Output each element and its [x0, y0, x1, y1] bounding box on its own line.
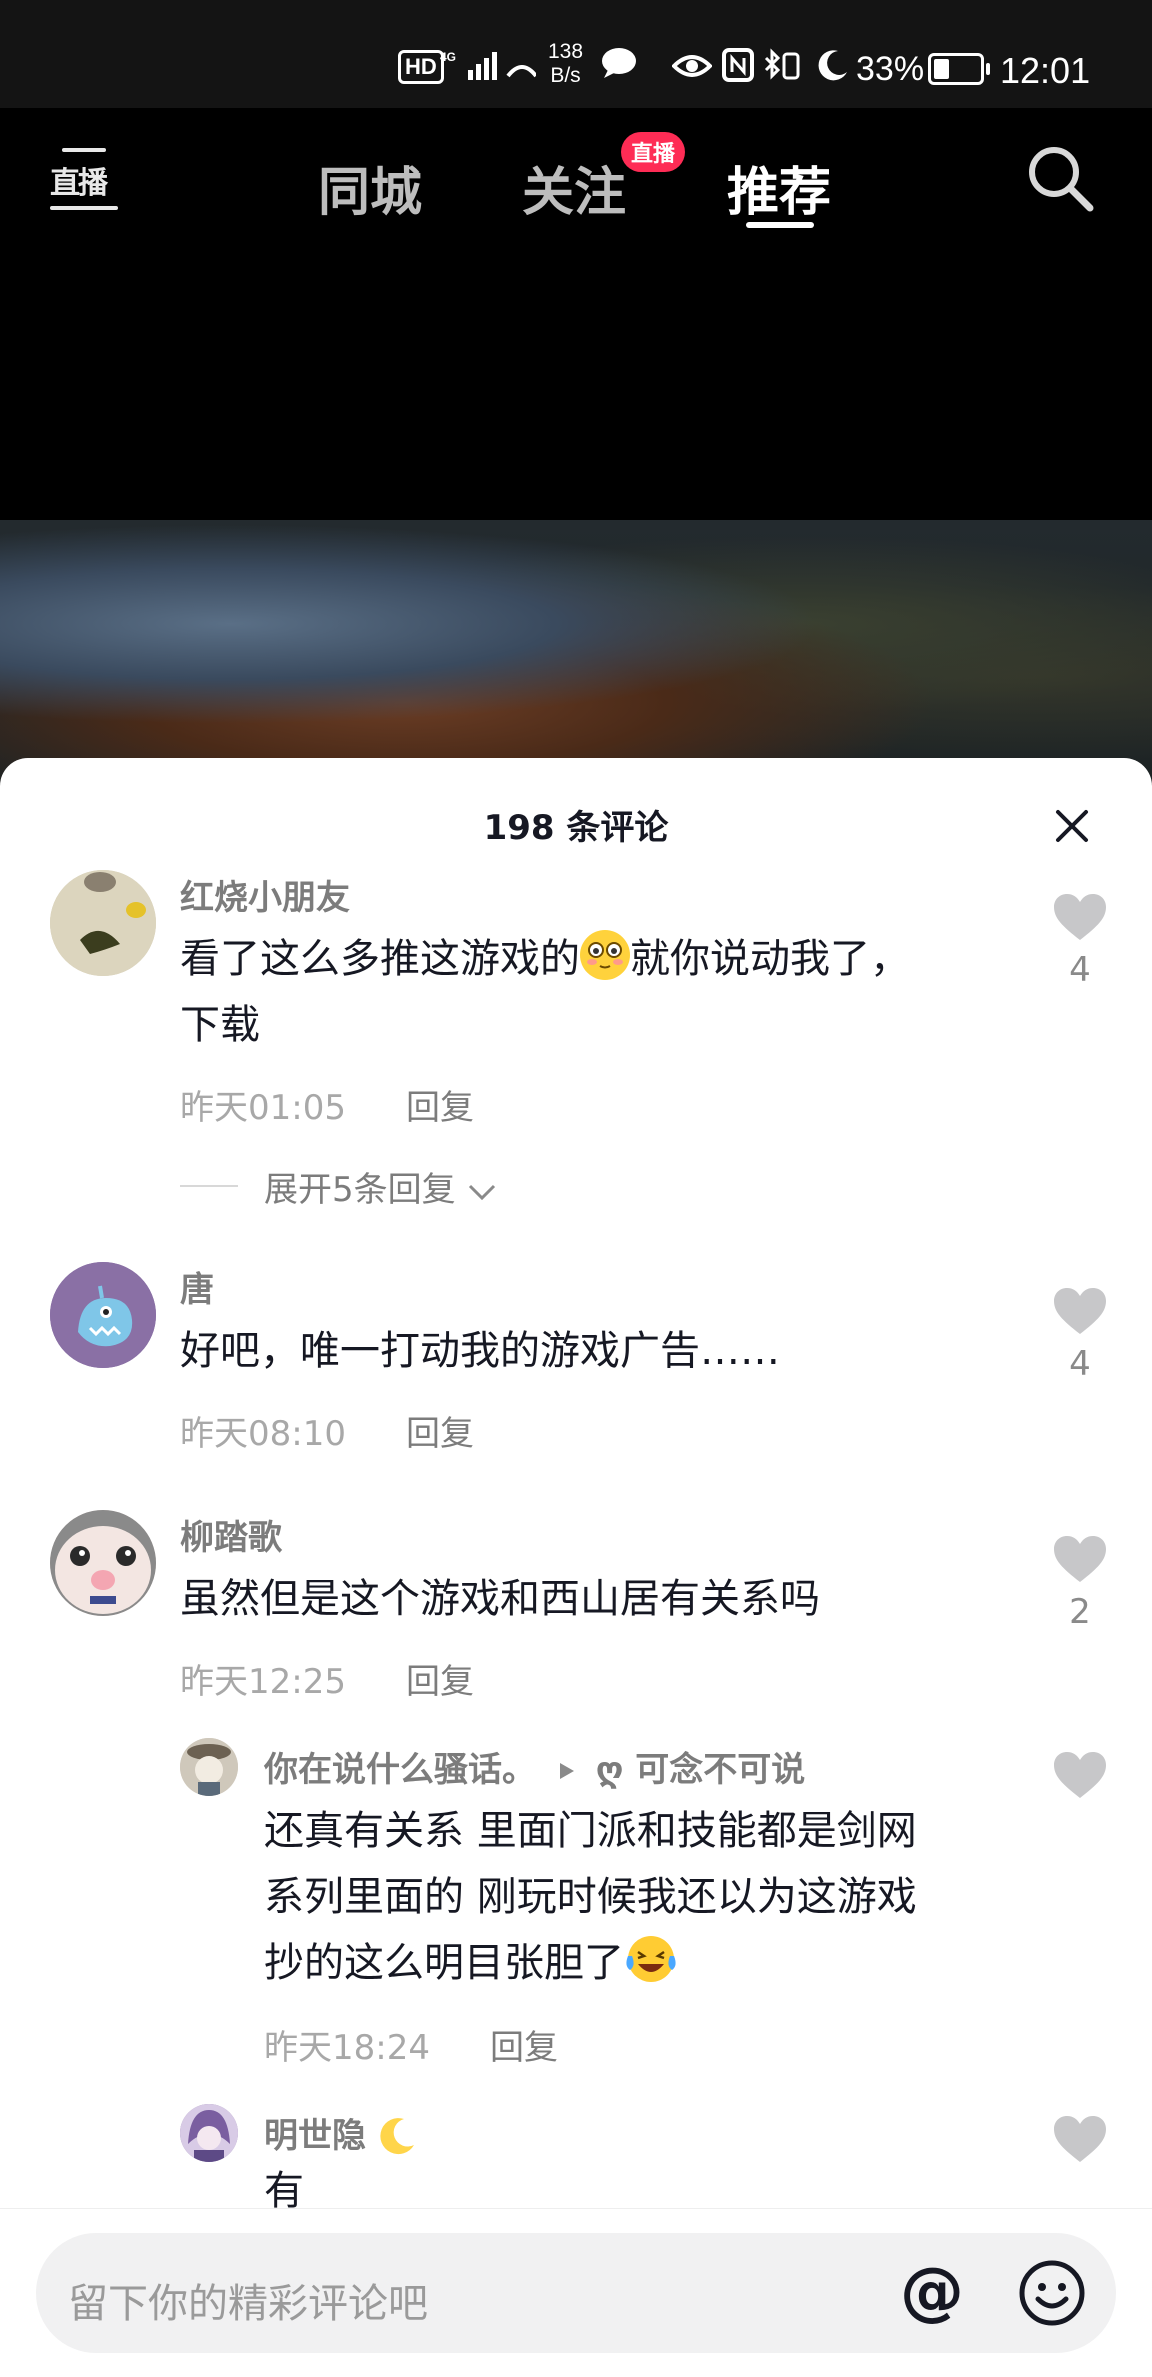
- comment-text-part: 就你说动我了，: [630, 936, 910, 982]
- tab-recommended[interactable]: 推荐: [727, 150, 831, 225]
- reply-avatar[interactable]: [180, 1738, 238, 1796]
- comment-time: 昨天01:05: [180, 1088, 346, 1128]
- battery-icon: [928, 53, 990, 85]
- moon-icon: [816, 48, 850, 91]
- comments-sheet: 198 条评论 红烧小朋友 看了这么多推这游戏的 就你说动我了， 下载 昨天01:…: [0, 758, 1152, 2376]
- comment-input-placeholder: 留下你的精彩评论吧: [68, 2281, 428, 2327]
- reply-username[interactable]: 明世隐: [264, 2116, 366, 2156]
- expand-replies-label: 展开5条回复: [264, 1170, 456, 1210]
- heart-icon: [1054, 1288, 1106, 1334]
- comment-input-bar: 留下你的精彩评论吧 @: [0, 2208, 1152, 2377]
- tab-following[interactable]: 关注: [522, 150, 626, 225]
- reply-target-username[interactable]: ღ 可念不可说: [596, 1750, 806, 1790]
- like-count: 4: [1069, 1344, 1091, 1384]
- like-button[interactable]: [1050, 1750, 1110, 1800]
- like-count: 2: [1069, 1592, 1091, 1632]
- top-navigation: 直播 同城 关注 直播 推荐: [0, 108, 1152, 248]
- comment-text-part: 下载: [180, 1002, 260, 1048]
- live-icon-bottom-bar: [50, 206, 118, 210]
- reply-header: 明世隐: [264, 2108, 418, 2157]
- video-frame-image[interactable]: [0, 520, 1152, 780]
- emoji-icon[interactable]: [1018, 2259, 1086, 2327]
- reply-time: 昨天18:24: [264, 2028, 430, 2068]
- search-icon[interactable]: [1024, 142, 1096, 214]
- comment-username[interactable]: 柳踏歌: [180, 1510, 282, 1559]
- heart-icon: [1054, 894, 1106, 940]
- live-icon-top-bar: [62, 148, 106, 152]
- heart-icon: [1054, 1752, 1106, 1798]
- hd-indicator: HD: [398, 50, 444, 84]
- heart-icon: [1054, 2116, 1106, 2162]
- battery-percent: 33%: [856, 50, 925, 88]
- active-tab-indicator: [746, 222, 814, 228]
- comments-title: 198 条评论: [483, 808, 669, 848]
- clock: 12:01: [1000, 50, 1091, 91]
- like-button[interactable]: 2: [1050, 1534, 1110, 1632]
- reply-header: 你在说什么骚话。 ღ 可念不可说: [264, 1742, 805, 1791]
- comment-username[interactable]: 唐: [180, 1262, 214, 1311]
- heart-icon: [1054, 1536, 1106, 1582]
- divider: [180, 1185, 238, 1187]
- comment-time: 昨天12:25: [180, 1662, 346, 1702]
- reply-text-line: 抄的这么明目张胆了: [264, 1940, 624, 1986]
- eye-icon: [671, 50, 713, 89]
- like-button[interactable]: 4: [1050, 892, 1110, 990]
- tab-local[interactable]: 同城: [318, 150, 422, 225]
- expand-replies-button[interactable]: 展开5条回复: [264, 1162, 498, 1211]
- svg-text:4G: 4G: [440, 50, 456, 64]
- reply-avatar[interactable]: [180, 2104, 238, 2162]
- speed-value: 138: [548, 40, 584, 63]
- comment-text: 虽然但是这个游戏和西山居有关系吗: [180, 1576, 820, 1622]
- chevron-down-icon: [469, 1184, 496, 1200]
- comment-time: 昨天08:10: [180, 1414, 346, 1454]
- message-icon: [600, 46, 638, 89]
- comment-username[interactable]: 红烧小朋友: [180, 870, 350, 919]
- network-speed: 138 B/s: [548, 40, 583, 88]
- status-bar: HD 4G 138 B/s 33% 12:01: [0, 0, 1152, 108]
- live-badge: 直播: [621, 132, 686, 172]
- speed-unit: B/s: [550, 64, 581, 87]
- avatar[interactable]: [50, 870, 156, 976]
- bluetooth-vibrate-icon: [762, 48, 806, 91]
- video-player[interactable]: [0, 248, 1152, 520]
- reply-arrow-icon: [559, 1763, 574, 1779]
- avatar[interactable]: [50, 1262, 156, 1368]
- reply-button[interactable]: 回复: [406, 1080, 474, 1129]
- reply-text-line: 还真有关系 里面门派和技能都是剑网: [264, 1808, 917, 1854]
- reply-button[interactable]: 回复: [406, 1654, 474, 1703]
- reply-text-line: 系列里面的 刚玩时候我还以为这游戏: [264, 1874, 917, 1920]
- laughing-tears-emoji-icon: [624, 1934, 676, 1984]
- comment-input[interactable]: 留下你的精彩评论吧 @: [36, 2233, 1116, 2353]
- like-button[interactable]: 4: [1050, 1286, 1110, 1384]
- like-count: 4: [1069, 950, 1091, 990]
- reply-button[interactable]: 回复: [406, 1406, 474, 1455]
- live-icon[interactable]: 直播: [48, 142, 120, 216]
- reply-text: 还真有关系 里面门派和技能都是剑网 系列里面的 刚玩时候我还以为这游戏 抄的这么…: [264, 1798, 1024, 1996]
- live-icon-label: 直播: [50, 166, 108, 201]
- nfc-icon: [722, 48, 754, 91]
- comment-text-part: 看了这么多推这游戏的: [180, 936, 580, 982]
- reply-button[interactable]: 回复: [490, 2020, 558, 2069]
- comment-text: 好吧，唯一打动我的游戏广告……: [180, 1328, 780, 1374]
- reply-username[interactable]: 你在说什么骚话。: [264, 1750, 536, 1790]
- like-button[interactable]: [1050, 2114, 1110, 2164]
- moon-emoji-icon: [380, 2118, 414, 2155]
- blushing-emoji-icon: [580, 930, 630, 980]
- cellular-signal-icon: 4G: [440, 48, 538, 91]
- avatar[interactable]: [50, 1510, 156, 1616]
- close-icon[interactable]: [1052, 806, 1092, 846]
- mention-icon[interactable]: @: [900, 2255, 964, 2329]
- comment-text: 看了这么多推这游戏的 就你说动我了， 下载: [180, 926, 1020, 1058]
